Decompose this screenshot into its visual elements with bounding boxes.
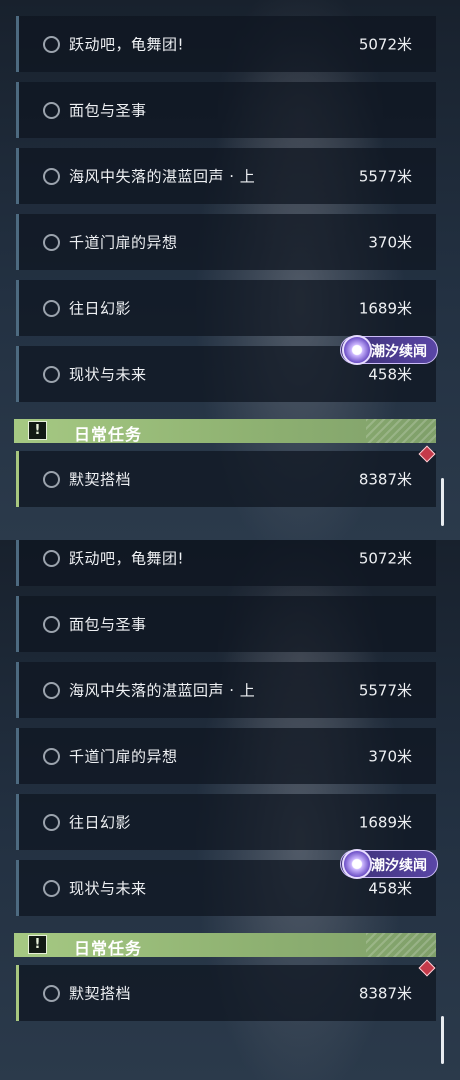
quest-item[interactable]: 千道门扉的异想 370米: [16, 728, 436, 784]
quest-distance: 458米: [368, 879, 412, 898]
quest-title: 往日幻影: [69, 299, 132, 318]
quest-status-circle-icon: [43, 985, 60, 1002]
quest-distance: 8387米: [358, 470, 412, 489]
quest-distance: 5577米: [358, 681, 412, 700]
quest-status-circle-icon: [43, 471, 60, 488]
quest-distance: 5072米: [358, 35, 412, 54]
quest-distance: 5072米: [358, 549, 412, 568]
quest-distance: 5577米: [358, 167, 412, 186]
quest-item[interactable]: 千道门扉的异想 370米: [16, 214, 436, 270]
daily-quest-header: ! 日常任务: [14, 933, 436, 958]
quest-list-panel: 跃动吧，龟舞团! 5072米 面包与圣事 海风中失落的湛蓝回声 · 上 5577…: [0, 0, 460, 540]
badge-label: 潮汐续闻: [371, 858, 427, 874]
quest-status-circle-icon: [43, 682, 60, 699]
quest-title: 现状与未来: [69, 879, 147, 898]
quest-distance: 370米: [368, 747, 412, 766]
scrollbar-thumb[interactable]: [441, 1016, 444, 1064]
quest-title: 跃动吧，龟舞团!: [69, 35, 185, 54]
quest-status-circle-icon: [43, 616, 60, 633]
tidal-echo-icon: [342, 849, 372, 879]
quest-title: 海风中失落的湛蓝回声 · 上: [69, 167, 256, 186]
quest-item[interactable]: 海风中失落的湛蓝回声 · 上 5577米: [16, 148, 436, 204]
quest-title: 默契搭档: [69, 470, 132, 489]
quest-item[interactable]: 往日幻影 1689米: [16, 794, 436, 850]
quest-title: 面包与圣事: [69, 615, 147, 634]
section-title: 日常任务: [74, 939, 143, 958]
quest-list-panel: 跃动吧，龟舞团! 5072米 面包与圣事 海风中失落的湛蓝回声 · 上 5577…: [0, 540, 460, 1080]
quest-title: 千道门扉的异想: [69, 233, 178, 252]
alert-icon: !: [28, 935, 47, 954]
tidal-echo-badge[interactable]: 潮汐续闻: [340, 335, 438, 365]
quest-item[interactable]: 跃动吧，龟舞团! 5072米: [16, 16, 436, 72]
quest-distance: 1689米: [358, 299, 412, 318]
quest-item[interactable]: 面包与圣事: [16, 82, 436, 138]
tidal-echo-icon: [342, 335, 372, 365]
header-stripes: [366, 933, 436, 957]
quest-item[interactable]: 往日幻影 1689米: [16, 280, 436, 336]
quest-title: 往日幻影: [69, 813, 132, 832]
tidal-echo-badge[interactable]: 潮汐续闻: [340, 849, 438, 879]
quest-distance: 370米: [368, 233, 412, 252]
quest-title: 面包与圣事: [69, 101, 147, 120]
badge-label: 潮汐续闻: [371, 344, 427, 360]
quest-status-circle-icon: [43, 366, 60, 383]
quest-title: 现状与未来: [69, 365, 147, 384]
alert-icon: !: [28, 421, 47, 440]
scrollbar-thumb[interactable]: [441, 478, 444, 526]
quest-item[interactable]: 面包与圣事: [16, 596, 436, 652]
quest-title: 默契搭档: [69, 984, 132, 1003]
daily-quest-header: ! 日常任务: [14, 419, 436, 444]
quest-distance: 458米: [368, 365, 412, 384]
quest-item[interactable]: 跃动吧，龟舞团! 5072米: [16, 540, 436, 586]
quest-title: 跃动吧，龟舞团!: [69, 549, 185, 568]
daily-quest-item[interactable]: 默契搭档 8387米: [16, 965, 436, 1021]
quest-status-circle-icon: [43, 814, 60, 831]
quest-title: 海风中失落的湛蓝回声 · 上: [69, 681, 256, 700]
quest-item[interactable]: 海风中失落的湛蓝回声 · 上 5577米: [16, 662, 436, 718]
quest-status-circle-icon: [43, 550, 60, 567]
header-stripes: [366, 419, 436, 443]
quest-status-circle-icon: [43, 168, 60, 185]
quest-status-circle-icon: [43, 102, 60, 119]
quest-distance: 8387米: [358, 984, 412, 1003]
quest-status-circle-icon: [43, 300, 60, 317]
quest-status-circle-icon: [43, 880, 60, 897]
quest-status-circle-icon: [43, 36, 60, 53]
quest-title: 千道门扉的异想: [69, 747, 178, 766]
quest-status-circle-icon: [43, 234, 60, 251]
section-title: 日常任务: [74, 425, 143, 444]
daily-quest-item[interactable]: 默契搭档 8387米: [16, 451, 436, 507]
quest-distance: 1689米: [358, 813, 412, 832]
quest-status-circle-icon: [43, 748, 60, 765]
